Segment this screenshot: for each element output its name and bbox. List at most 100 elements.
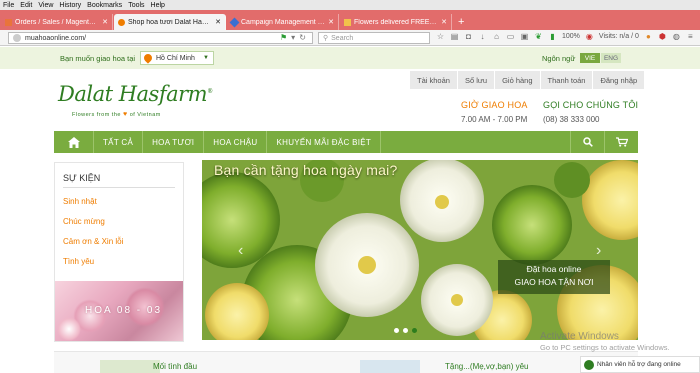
- link-cart[interactable]: Giỏ hàng: [495, 71, 541, 89]
- nav-fresh-flowers[interactable]: HOA TƯƠI: [143, 131, 205, 153]
- url-bar[interactable]: muahoaonline.com/: [8, 32, 313, 44]
- chevron-down-icon: ▼: [203, 55, 209, 61]
- delivery-hours-label: GIỜ GIAO HOA: [461, 100, 528, 110]
- search-placeholder: Search: [331, 34, 354, 42]
- chat-icon[interactable]: ▭: [506, 32, 515, 41]
- browser-toolbar: ☆ ▤ ◘ ↓ ⌂ ▭ ▣ ❦ ▮ 100% ◉ Visits: n/a / 0…: [436, 32, 695, 41]
- menu-edit[interactable]: Edit: [20, 2, 32, 9]
- menu-view[interactable]: View: [38, 2, 53, 9]
- city-select[interactable]: Hồ Chí Minh ▼: [140, 51, 214, 65]
- sidebar-item-love[interactable]: Tình yêu: [63, 257, 94, 266]
- flower-bouquet-image: [202, 160, 638, 340]
- menu-file[interactable]: File: [3, 2, 14, 9]
- hero-slider[interactable]: Bạn cần tặng hoa ngày mai? ‹ › Đặt hoa o…: [202, 160, 638, 340]
- menu-help[interactable]: Help: [151, 2, 165, 9]
- delivery-hours-value: 7.00 AM - 7.00 PM: [461, 115, 528, 124]
- cta-line-2: GIAO HOA TẬN NƠI: [514, 277, 594, 287]
- website: Bạn muốn giao hoa tại Hồ Chí Minh ▼ Ngôn…: [0, 47, 700, 373]
- logo-tagline: Flowers from the ♥ of Vietnam: [72, 111, 161, 118]
- product-thumbnail[interactable]: [100, 360, 160, 373]
- close-icon[interactable]: ✕: [102, 18, 108, 26]
- navigation-bar: muahoaonline.com/ ⚑ ▾ ↻ ⚲ Search ☆ ▤ ◘ ↓…: [0, 30, 700, 46]
- tab-title: Campaign Management -...: [241, 18, 326, 26]
- link-checkout[interactable]: Thanh toán: [540, 71, 594, 89]
- support-text: Nhân viên hỗ trợ đang online: [597, 361, 681, 368]
- language-eng-button[interactable]: ENG: [601, 53, 621, 63]
- order-online-cta[interactable]: Đặt hoa online GIAO HOA TẬN NƠI: [498, 260, 610, 294]
- divider: [63, 187, 175, 188]
- womens-day-banner[interactable]: HOA 08 - 03: [55, 281, 183, 341]
- product-name[interactable]: Mối tình đầu: [153, 362, 197, 371]
- extension-icon[interactable]: ◍: [672, 32, 681, 41]
- tab-strip: Orders / Sales / Magento ... ✕ Shop hoa …: [0, 10, 700, 30]
- menu-tools[interactable]: Tools: [128, 2, 144, 9]
- slider-dot[interactable]: [394, 328, 399, 333]
- tab-flowers-delivered[interactable]: Flowers delivered FREE | S... ✕: [340, 14, 452, 30]
- dropdown-icon[interactable]: ▾: [291, 33, 295, 42]
- phone-number[interactable]: (08) 38 333 000: [543, 115, 600, 124]
- close-icon[interactable]: ✕: [441, 18, 447, 26]
- extension-icon[interactable]: ●: [644, 32, 653, 41]
- bookmark-star-icon[interactable]: ☆: [436, 32, 445, 41]
- adblock-icon[interactable]: ⬢: [658, 32, 667, 41]
- logo-text: Dalat Hasfarm: [58, 82, 208, 106]
- search-button[interactable]: [570, 131, 604, 153]
- activate-subtitle: Go to PC settings to activate Windows.: [540, 343, 670, 352]
- main-navigation: TẤT CẢ HOA TƯƠI HOA CHẬU KHUYẾN MÃI ĐẶC …: [54, 131, 638, 153]
- flag-icon[interactable]: ⚑: [280, 33, 287, 42]
- menu-icon[interactable]: ≡: [686, 32, 695, 41]
- search-icon: ⚲: [323, 35, 329, 42]
- product-name[interactable]: Tặng...(Mẹ,vợ,bạn) yêu: [445, 362, 529, 371]
- seo-icon[interactable]: ◉: [585, 32, 594, 41]
- call-us-label: GỌI CHO CHÚNG TÔI: [543, 100, 639, 110]
- leaf-icon[interactable]: ❦: [534, 32, 543, 41]
- download-icon[interactable]: ↓: [478, 32, 487, 41]
- site-logo[interactable]: Dalat Hasfarm®: [58, 82, 213, 106]
- reload-icon[interactable]: ↻: [299, 33, 306, 42]
- menu-bookmarks[interactable]: Bookmarks: [87, 2, 122, 9]
- home-icon[interactable]: ⌂: [492, 32, 501, 41]
- tab-dalat-hasfarm[interactable]: Shop hoa tươi Dalat Hasfa... ✕: [114, 14, 226, 30]
- pocket-icon[interactable]: ◘: [464, 32, 473, 41]
- link-address-book[interactable]: Sổ lưu: [457, 71, 496, 89]
- nav-special-promotions[interactable]: KHUYẾN MÃI ĐẶC BIỆT: [267, 131, 382, 153]
- slider-dot[interactable]: [403, 328, 408, 333]
- reading-list-icon[interactable]: ▤: [450, 32, 459, 41]
- tagline-post: of Vietnam: [129, 112, 161, 118]
- search-input[interactable]: ⚲ Search: [318, 32, 430, 44]
- slider-dot-active[interactable]: [412, 328, 417, 333]
- location-pin-icon: [142, 52, 154, 64]
- link-login[interactable]: Đăng nhập: [593, 71, 646, 89]
- close-icon[interactable]: ✕: [328, 18, 334, 26]
- search-icon: [582, 137, 593, 147]
- language-vie-button[interactable]: VIE: [580, 53, 600, 63]
- chevron-right-icon[interactable]: ›: [596, 242, 601, 260]
- tab-orders[interactable]: Orders / Sales / Magento ... ✕: [1, 14, 113, 30]
- hasfarm-favicon-icon: [118, 18, 125, 26]
- cart-icon: [615, 137, 628, 147]
- product-thumbnail[interactable]: [360, 360, 420, 373]
- sidebar-item-congratulations[interactable]: Chúc mừng: [63, 217, 105, 226]
- slider-dots: [394, 328, 417, 333]
- sidebar-title: SỰ KIỆN: [63, 173, 101, 183]
- sidebar-item-thanks-sorry[interactable]: Cảm ơn & Xin lỗi: [63, 237, 123, 246]
- bar-chart-icon[interactable]: ▮: [548, 32, 557, 41]
- link-account[interactable]: Tài khoản: [410, 71, 458, 89]
- screenshot-icon[interactable]: ▣: [520, 32, 529, 41]
- events-sidebar: SỰ KIỆN Sinh nhật Chúc mừng Cảm ơn & Xin…: [54, 162, 184, 342]
- nav-potted-plants[interactable]: HOA CHẬU: [204, 131, 268, 153]
- tab-campaign-management[interactable]: Campaign Management -... ✕: [227, 14, 339, 30]
- cart-button[interactable]: [604, 131, 638, 153]
- registered-mark: ®: [207, 88, 213, 95]
- home-icon: [67, 136, 80, 148]
- new-tab-button[interactable]: +: [458, 16, 464, 28]
- close-icon[interactable]: ✕: [215, 18, 221, 26]
- home-button[interactable]: [54, 131, 94, 153]
- nav-all[interactable]: TẤT CẢ: [94, 131, 144, 153]
- sidebar-item-birthday[interactable]: Sinh nhật: [63, 197, 97, 206]
- menu-history[interactable]: History: [59, 2, 81, 9]
- chevron-left-icon[interactable]: ‹: [238, 242, 243, 260]
- city-value: Hồ Chí Minh: [156, 54, 195, 62]
- live-support-widget[interactable]: Nhân viên hỗ trợ đang online: [580, 356, 700, 373]
